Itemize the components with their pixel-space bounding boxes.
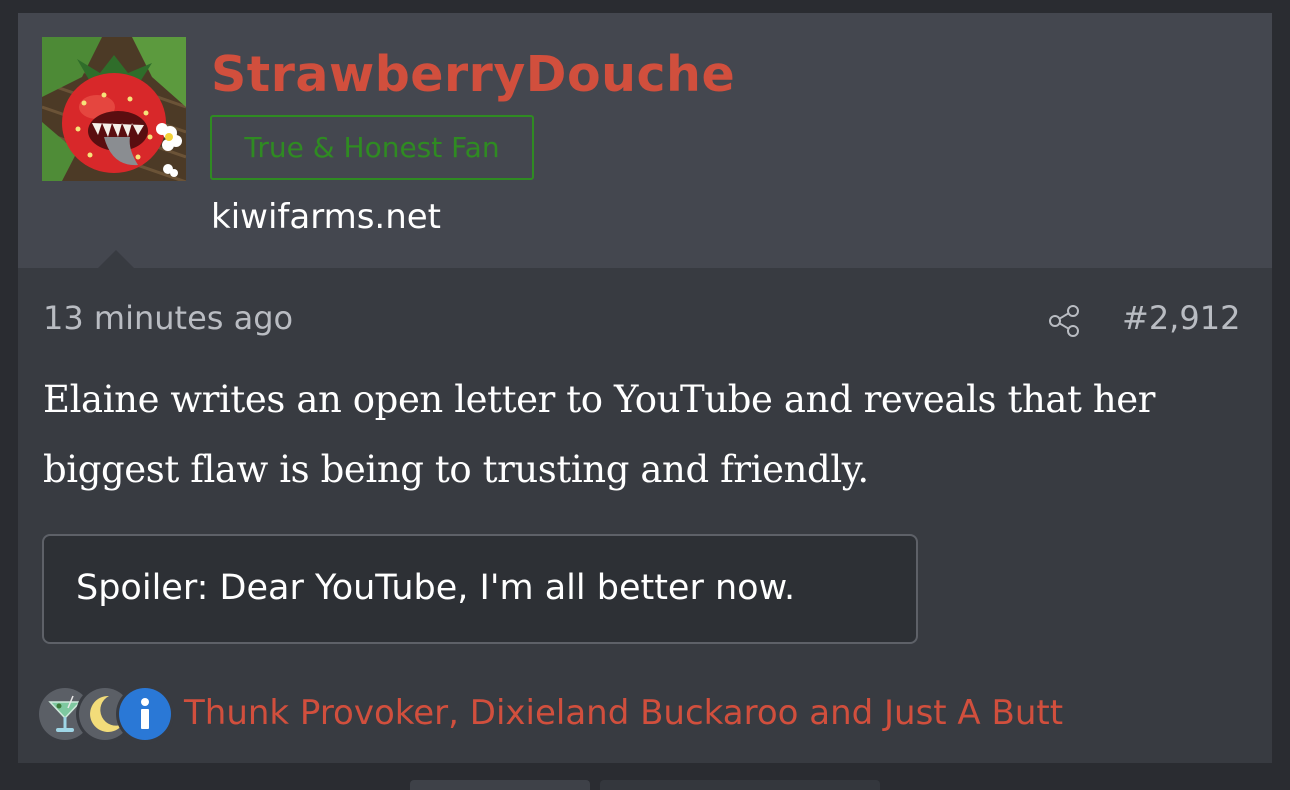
reaction-icons[interactable] (36, 685, 176, 743)
reacted-by-list[interactable]: Thunk Provoker, Dixieland Buckaroo and J… (184, 691, 1063, 735)
header-pointer (98, 250, 134, 268)
post-number-link[interactable]: #2,912 (1122, 297, 1240, 339)
next-post-edge (600, 780, 880, 790)
spoiler-label: Spoiler: Dear YouTube, I'm all better no… (76, 568, 796, 608)
user-header: StrawberryDouche True & Honest Fan kiwif… (18, 13, 1272, 268)
share-icon[interactable] (1046, 303, 1082, 339)
post: StrawberryDouche True & Honest Fan kiwif… (18, 13, 1272, 763)
username[interactable]: StrawberryDouche (211, 44, 735, 106)
user-site: kiwifarms.net (211, 197, 442, 237)
message-body: Elaine writes an open letter to YouTube … (43, 378, 1156, 491)
next-post-edge (410, 780, 590, 790)
avatar[interactable] (42, 37, 186, 181)
post-time[interactable]: 13 minutes ago (43, 297, 293, 339)
user-title-badge: True & Honest Fan (210, 115, 534, 180)
spoiler-button[interactable]: Spoiler: Dear YouTube, I'm all better no… (42, 534, 918, 644)
info-icon (116, 685, 174, 743)
